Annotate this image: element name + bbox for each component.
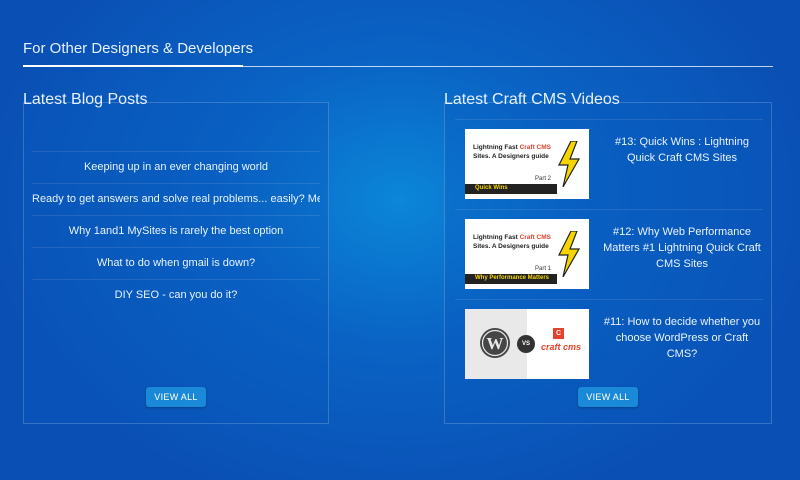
section-divider-highlight	[23, 65, 243, 67]
thumb-title-line: Lightning Fast Craft CMS	[473, 234, 551, 241]
blog-post-link[interactable]: What to do when gmail is down?	[32, 247, 320, 279]
blog-panel: Keeping up in an ever changing world Rea…	[23, 102, 329, 424]
blog-heading: Latest Blog Posts	[23, 91, 148, 108]
section-title: For Other Designers & Developers	[23, 40, 254, 57]
blog-view-all-button[interactable]: VIEW ALL	[146, 387, 206, 407]
blog-post-link[interactable]: DIY SEO - can you do it?	[32, 279, 320, 311]
craft-cms-wordmark: craft cms	[541, 342, 582, 352]
svg-text:W: W	[487, 334, 504, 353]
thumb-part-label: Part 1	[535, 266, 552, 272]
thumb-title-line: Sites. A Designers guide	[473, 153, 549, 160]
thumb-title-line: Lightning Fast Craft CMS	[473, 144, 551, 151]
video-view-all-button[interactable]: VIEW ALL	[578, 387, 638, 407]
video-thumbnail[interactable]: Lightning Fast Craft CMS Sites. A Design…	[465, 129, 589, 199]
thumb-part-label: Part 2	[535, 176, 552, 182]
video-item[interactable]: Lightning Fast Craft CMS Sites. A Design…	[455, 209, 763, 290]
thumb-banner: Why Performance Matters	[465, 274, 557, 284]
lightning-bolt-icon	[558, 231, 581, 277]
blog-post-list: Keeping up in an ever changing world Rea…	[32, 151, 320, 311]
blog-post-link[interactable]: Why 1and1 MySites is rarely the best opt…	[32, 215, 320, 247]
thumb-banner: Quick Wins	[465, 184, 557, 194]
thumb-title-line: Sites. A Designers guide	[473, 243, 549, 250]
video-item[interactable]: W VS C craft cms #11: How to decide whet…	[455, 299, 763, 380]
wordpress-logo-icon: W	[480, 328, 510, 358]
versus-badge: VS	[517, 335, 535, 353]
video-thumbnail[interactable]: W VS C craft cms	[465, 309, 589, 379]
video-title-link[interactable]: #12: Why Web Performance Matters #1 Ligh…	[603, 224, 761, 272]
video-title-link[interactable]: #11: How to decide whether you choose Wo…	[603, 314, 761, 362]
video-thumbnail[interactable]: Lightning Fast Craft CMS Sites. A Design…	[465, 219, 589, 289]
craft-logo-icon: C	[553, 328, 564, 339]
lightning-bolt-icon	[558, 141, 581, 187]
video-item[interactable]: Lightning Fast Craft CMS Sites. A Design…	[455, 119, 763, 200]
video-panel: Lightning Fast Craft CMS Sites. A Design…	[444, 102, 772, 424]
blog-post-link[interactable]: Ready to get answers and solve real prob…	[32, 183, 320, 215]
blog-post-link[interactable]: Keeping up in an ever changing world	[32, 151, 320, 183]
video-heading: Latest Craft CMS Videos	[444, 91, 620, 108]
video-title-link[interactable]: #13: Quick Wins : Lightning Quick Craft …	[603, 134, 761, 166]
